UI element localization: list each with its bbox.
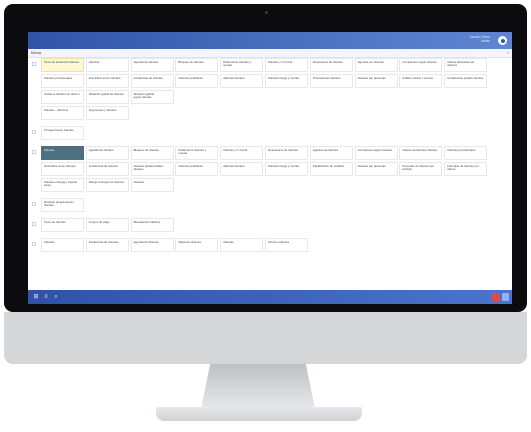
menu-tile[interactable]: Informe Clientes (265, 238, 308, 252)
menu-tile[interactable]: Descuentos de clientes (265, 146, 308, 160)
menu-tile[interactable]: Clientes - Informes (41, 106, 84, 120)
window-menubar: Menus × (28, 49, 512, 58)
menu-tile[interactable]: Clientes preferenciales clientes (130, 162, 174, 176)
menu-tile[interactable]: Clientes y C.N.A.E. (220, 146, 264, 160)
menu-tile[interactable]: Situación global de clientes (85, 90, 129, 104)
menu-tile[interactable]: Comisiones según clientes (399, 58, 443, 72)
menu-tile[interactable]: Grupos de pago (85, 218, 129, 232)
menu-tile[interactable]: Clientes provisionales (41, 74, 84, 88)
menu-tile[interactable]: Tipos de tendencia clientes (41, 58, 84, 72)
menu-tile[interactable]: Condiciones pedido clientes (444, 74, 488, 88)
group-icon: ☐ (31, 62, 37, 68)
menu-tile[interactable]: Buscadores Clientes (130, 218, 174, 232)
menu-tile[interactable]: Clientes periódicos (175, 162, 219, 176)
group-icon: ☐ (31, 242, 37, 248)
menu-tile[interactable]: Claves comisiones clientes (399, 146, 443, 160)
app-header: Usuario Demo Admin (28, 32, 512, 49)
monitor-stand-base (156, 407, 362, 421)
menu-tile[interactable]: Tipos de clientes (41, 218, 84, 232)
menu-tile[interactable]: Prospecciones clientes (41, 126, 84, 140)
menu-tile[interactable]: Fórmulas de clientes por artículo (399, 162, 443, 176)
menu-tile[interactable]: Cartas a clientes sin docum. (41, 90, 84, 104)
notification-icon[interactable] (491, 293, 500, 301)
group-icon: ☐ (31, 130, 37, 136)
menu-tile[interactable]: Riesgo entrega por clientes (85, 178, 129, 192)
menu-tile[interactable]: Agentes de clientes (309, 146, 353, 160)
app-screen: Usuario Demo Admin Menus × ☐ Tipos de ten… (28, 32, 512, 304)
windows-icon[interactable]: ⊞ (32, 293, 40, 301)
menu-tile[interactable]: Incidencias de clientes (85, 162, 129, 176)
menu-tile[interactable]: Gráfico ventas y cuenta (399, 74, 443, 88)
taskbar: ⊞ ≡ ⌕ (28, 290, 512, 304)
menu-tile[interactable]: Clientes entrega y reparto aviso (41, 178, 84, 192)
user-name: Usuario Demo Admin (469, 35, 490, 43)
menu-tile[interactable]: Bloqueo de clientes (130, 146, 174, 160)
close-icon[interactable]: × (507, 50, 509, 55)
menu-icon[interactable]: ≡ (42, 293, 50, 301)
menu-tile[interactable]: Bloqueo de clientes (175, 58, 219, 72)
window-title: Menus (31, 51, 42, 55)
menu-tile[interactable]: Clientes por personas (354, 74, 398, 88)
group-icon: ☐ (31, 222, 37, 228)
menu-tile[interactable]: Alarmas clientes (220, 162, 264, 176)
menu-tile[interactable]: Alarmas clientes (220, 74, 264, 88)
menu-tile[interactable]: Clientes y C.N.A.E. (265, 58, 308, 72)
group-icon: ☐ (31, 202, 37, 208)
menu-tile[interactable]: Clientes (41, 146, 84, 160)
menu-tile[interactable]: Fórmulas de clientes por cliente (444, 162, 488, 176)
menu-tile[interactable]: Agentes por clientes (354, 58, 398, 72)
menu-tile[interactable]: Incidencias de clientes (130, 74, 174, 88)
menu-tile[interactable]: Clientes por personas (354, 162, 398, 176)
menu-tile[interactable]: Clientes (85, 58, 129, 72)
menu-tile[interactable]: Domicilios envío clientes (41, 162, 84, 176)
menu-tile[interactable]: Descuentos de clientes (309, 58, 353, 72)
menu-tile-grid: ☐ Tipos de tendencia clientes Clientes Agen… (28, 58, 512, 290)
webcam (265, 11, 268, 14)
menu-tile[interactable]: Domicilios envío clientes (85, 74, 129, 88)
menu-tile[interactable]: Revisión programación clientes (41, 198, 84, 212)
menu-tile[interactable]: Segmentos y clientes (85, 106, 129, 120)
menu-tile[interactable]: Parámetros clientes y cuenta (175, 146, 219, 160)
menu-tile[interactable]: Clientes (220, 238, 264, 252)
menu-tile[interactable]: Clientes periódicos (175, 74, 219, 88)
menu-tile[interactable]: Comisiones según clientes (354, 146, 398, 160)
menu-tile[interactable]: Planificación de pedidos (309, 162, 353, 176)
monitor-chin (4, 312, 527, 364)
menu-tile[interactable]: Claves bancarias por clientes (444, 58, 488, 72)
menu-tile[interactable]: Incidencias de Clientes (85, 238, 129, 252)
menu-tile[interactable]: Clientes riesgo y cuenta (265, 162, 308, 176)
menu-tile[interactable]: Clientes riesgo y cuenta (265, 74, 308, 88)
menu-tile[interactable]: Clientes provisionales (444, 146, 488, 160)
menu-tile[interactable]: Clientes (41, 238, 84, 252)
menu-tile[interactable]: Agenda de clientes (85, 146, 129, 160)
menu-tile[interactable]: Situación global agrup.clientes (130, 90, 174, 104)
menu-tile[interactable]: Clientes (130, 178, 174, 192)
group-icon: ☐ (31, 150, 37, 156)
menu-tile[interactable]: Promociones clientes (309, 74, 353, 88)
search-icon[interactable]: ⌕ (52, 293, 60, 301)
tray-icon[interactable] (502, 293, 509, 301)
menu-tile[interactable]: Mapa de Clientes (175, 238, 219, 252)
user-avatar-icon[interactable] (498, 36, 507, 45)
monitor-stand-neck (201, 364, 315, 409)
menu-tile[interactable]: Agenda de clientes (130, 58, 174, 72)
menu-tile[interactable]: Parámetros clientes y cuenta (220, 58, 264, 72)
menu-tile[interactable]: Agenda de Clientes (130, 238, 174, 252)
